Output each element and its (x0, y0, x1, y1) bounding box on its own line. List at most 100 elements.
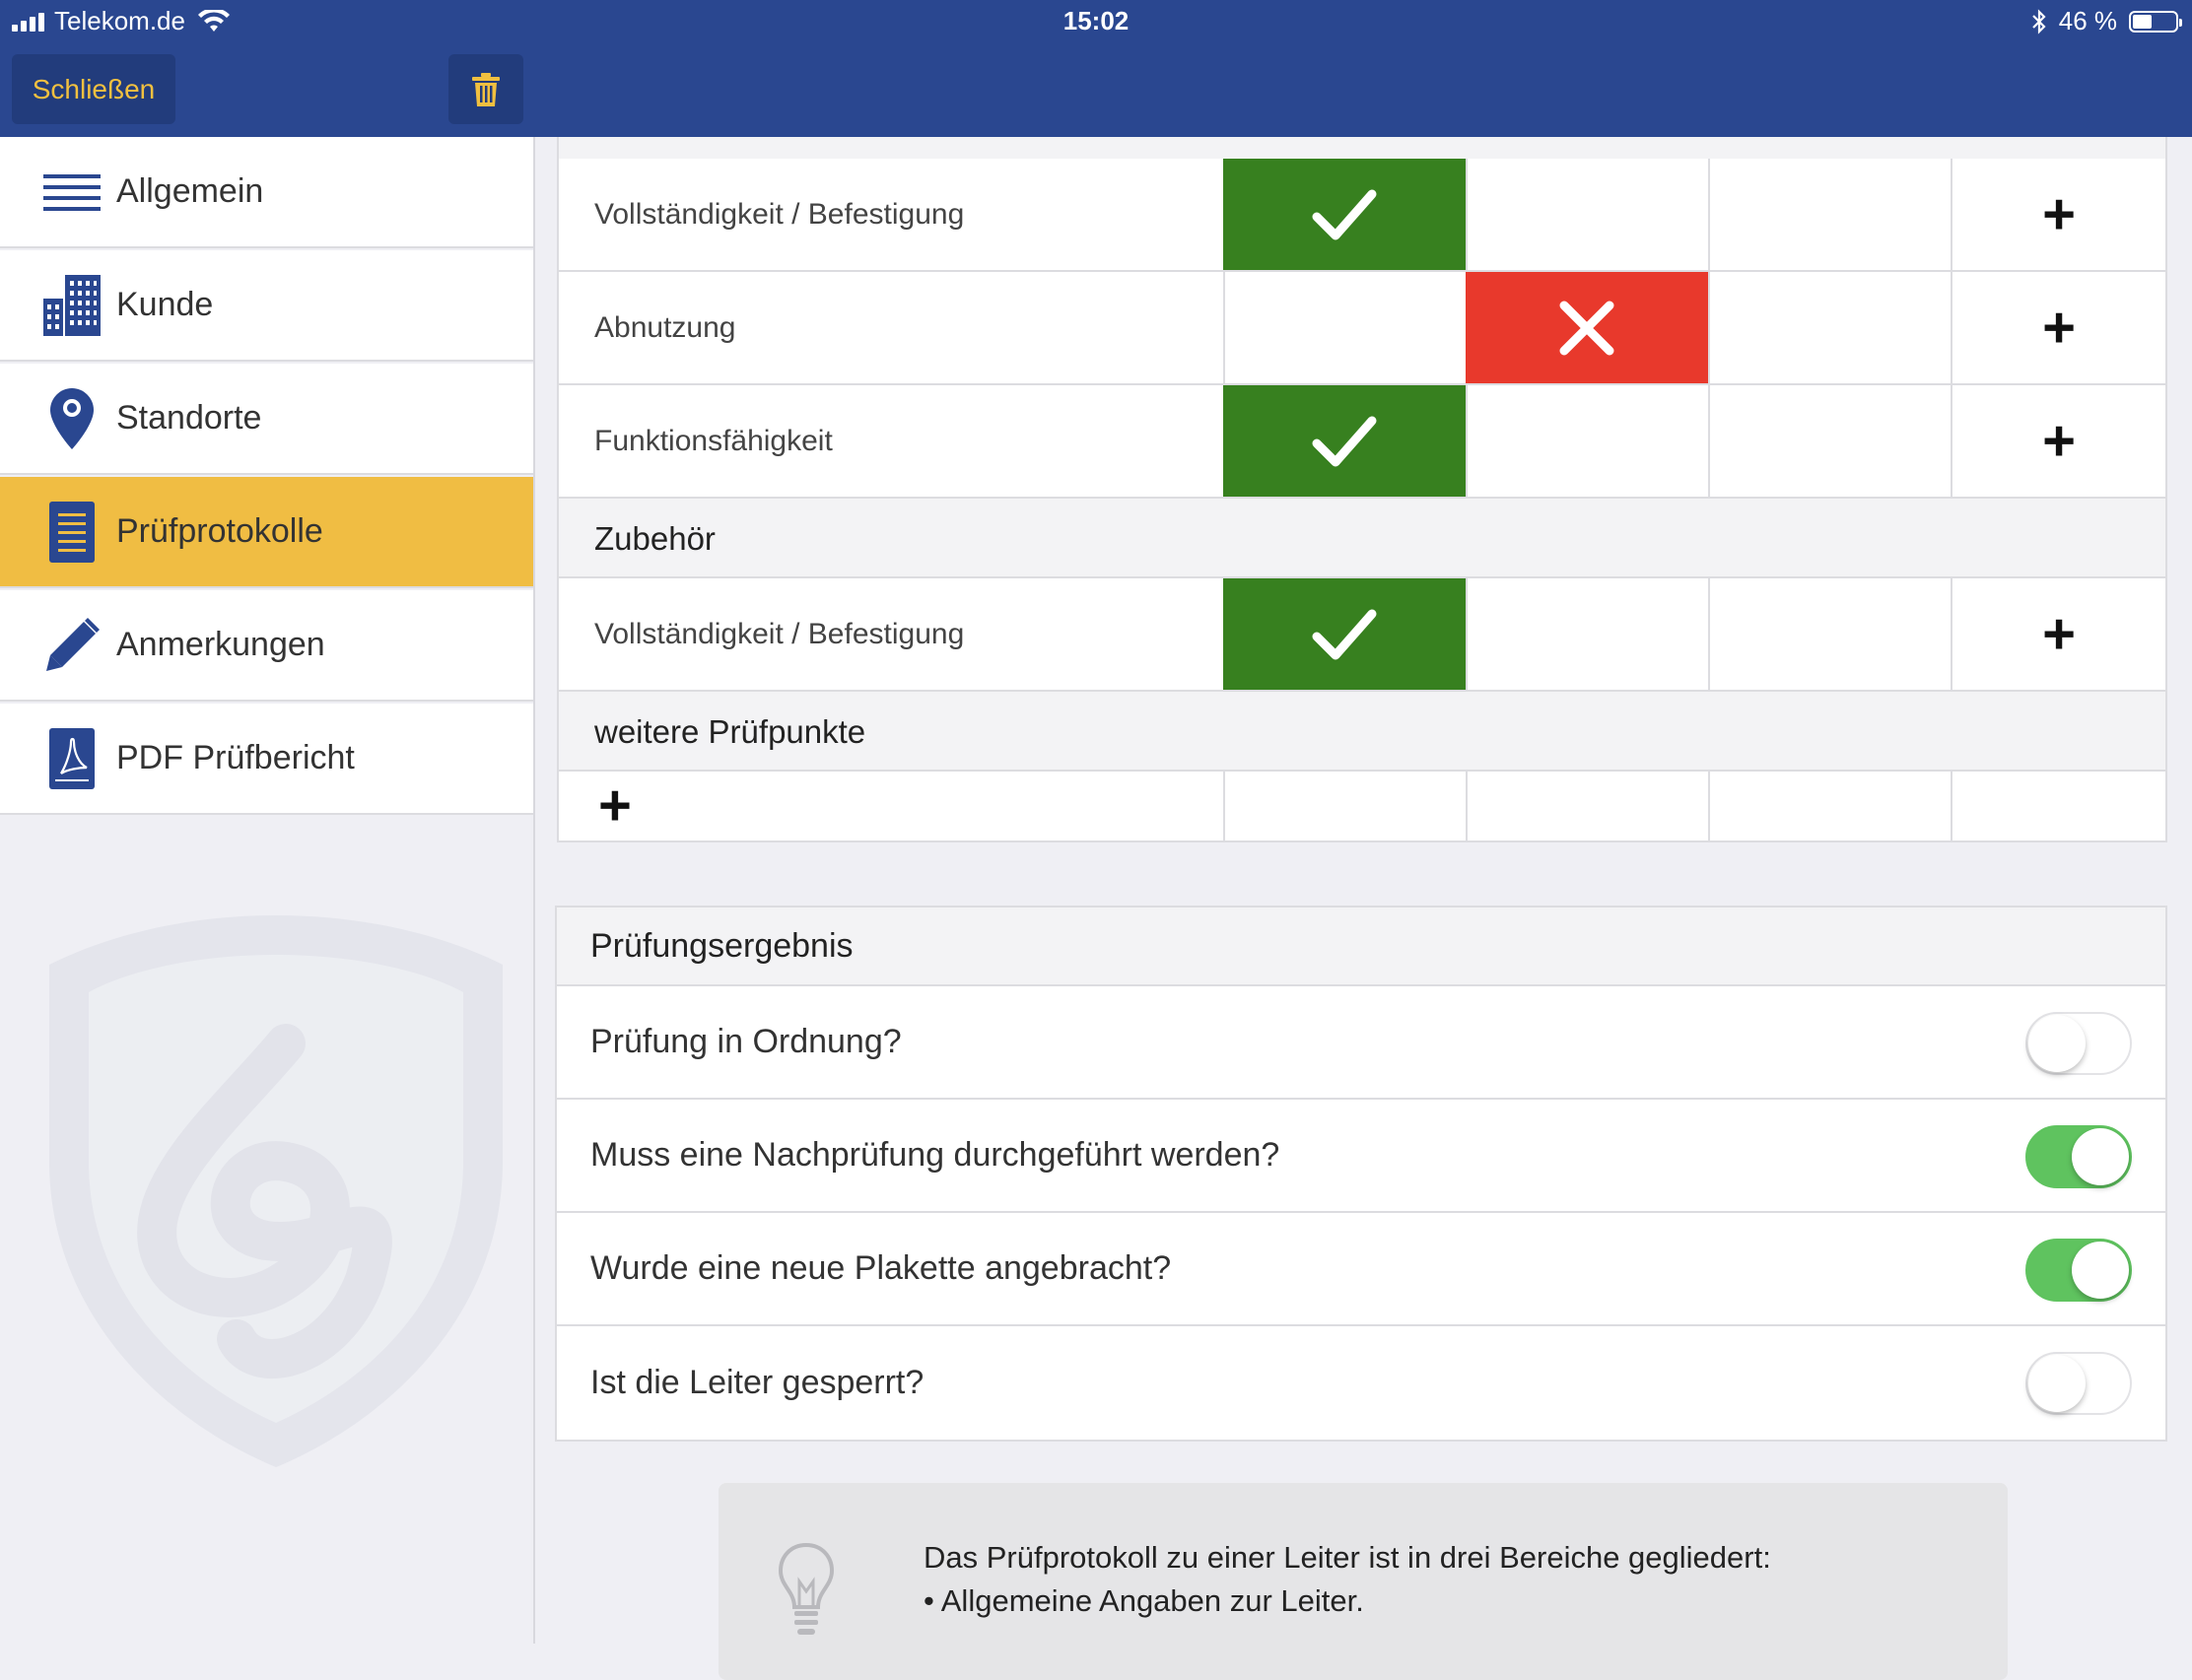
sidebar-item-pdf-pruefbericht[interactable]: PDF Prüfbericht (0, 704, 533, 815)
top-bar: Telekom.de 15:02 46 % Schließen (0, 0, 2192, 137)
plus-icon: + (2042, 408, 2076, 473)
table-top-strip (557, 137, 2167, 159)
add-note-button[interactable]: + (1951, 159, 2165, 270)
result-title: Prüfungsergebnis (590, 926, 854, 965)
status-time: 15:02 (1062, 6, 1130, 35)
delete-button[interactable] (448, 54, 523, 124)
status-nok-cell[interactable] (1466, 385, 1708, 497)
add-note-button[interactable]: + (1951, 385, 2165, 497)
status-right: 46 % (2031, 6, 2182, 36)
result-row-nachpruefung: Muss eine Nachprüfung durchgeführt werde… (557, 1100, 2165, 1213)
toggle-leiter-gesperrt[interactable] (2025, 1352, 2132, 1415)
table-row: Vollständigkeit / Befestigung + (559, 578, 2165, 692)
toggle-knob (2028, 1355, 2086, 1412)
list-icon (37, 158, 106, 227)
battery-icon (2129, 10, 2182, 33)
empty-cell (1466, 772, 1708, 840)
table-row: + (559, 772, 2165, 842)
close-button[interactable]: Schließen (12, 54, 175, 124)
sidebar-item-label: Anmerkungen (116, 626, 325, 663)
bluetooth-icon (2031, 8, 2046, 34)
table-row: Vollständigkeit / Befestigung + (559, 159, 2165, 272)
status-ok-cell[interactable] (1223, 272, 1466, 383)
sidebar-item-standorte[interactable]: Standorte (0, 364, 533, 475)
question-label: Prüfung in Ordnung? (590, 1023, 902, 1060)
empty-cell (1708, 772, 1951, 840)
trash-icon (472, 72, 500, 106)
status-na-cell[interactable] (1708, 578, 1951, 690)
sidebar-item-pruefprotokolle[interactable]: Prüfprotokolle (0, 477, 533, 588)
tip-box: Das Prüfprotokoll zu einer Leiter ist in… (719, 1483, 2008, 1680)
question-label: Ist die Leiter gesperrt? (590, 1364, 925, 1401)
check-item-label: Vollständigkeit / Befestigung (594, 618, 965, 650)
section-title: weitere Prüfpunkte (594, 713, 866, 750)
sidebar-item-allgemein[interactable]: Allgemein (0, 137, 533, 248)
empty-cell (1951, 772, 2165, 840)
status-ok-cell[interactable] (1223, 578, 1466, 690)
battery-fill (2133, 14, 2153, 29)
document-icon (37, 498, 106, 567)
result-row-leiter-gesperrt: Ist die Leiter gesperrt? (557, 1326, 2165, 1440)
section-header-zubehoer: Zubehör (559, 499, 2165, 578)
plus-icon: + (598, 773, 632, 838)
map-pin-icon (37, 384, 106, 453)
status-ok-cell[interactable] (1223, 385, 1466, 497)
question-label: Muss eine Nachprüfung durchgeführt werde… (590, 1136, 1280, 1174)
toggle-knob (2072, 1128, 2129, 1185)
status-nok-cell[interactable] (1466, 159, 1708, 270)
tip-line: • Allgemeine Angaben zur Leiter. (924, 1583, 1364, 1618)
empty-cell (1223, 772, 1466, 840)
sidebar-item-anmerkungen[interactable]: Anmerkungen (0, 590, 533, 702)
checkmark-icon (1312, 189, 1377, 239)
check-item-label: Vollständigkeit / Befestigung (594, 198, 965, 231)
result-header: Prüfungsergebnis (557, 907, 2165, 986)
status-nok-cell[interactable] (1466, 578, 1708, 690)
main-content: Vollständigkeit / Befestigung + Abnutzun… (535, 137, 2192, 1644)
sidebar-item-label: PDF Prüfbericht (116, 739, 355, 776)
status-bar: Telekom.de 15:02 46 % (0, 0, 2192, 43)
sidebar-item-label: Prüfprotokolle (116, 512, 323, 550)
result-row-pruefung-in-ordnung: Prüfung in Ordnung? (557, 986, 2165, 1100)
status-na-cell[interactable] (1708, 272, 1951, 383)
building-icon (37, 271, 106, 340)
sidebar-item-label: Kunde (116, 286, 214, 323)
shield-logo-watermark (49, 915, 503, 1467)
check-item-label: Abnutzung (594, 311, 736, 344)
plus-icon: + (2042, 295, 2076, 360)
add-check-item-button[interactable]: + (559, 772, 1223, 840)
status-na-cell[interactable] (1708, 385, 1951, 497)
status-nok-cell[interactable] (1466, 272, 1708, 383)
checklist-table: Vollständigkeit / Befestigung + Abnutzun… (557, 159, 2167, 842)
status-na-cell[interactable] (1708, 159, 1951, 270)
toggle-nachpruefung[interactable] (2025, 1125, 2132, 1188)
check-item-label: Funktionsfähigkeit (594, 425, 833, 457)
pencil-icon (37, 611, 106, 680)
sidebar-item-label: Standorte (116, 399, 262, 437)
add-note-button[interactable]: + (1951, 578, 2165, 690)
cross-icon (1559, 301, 1614, 355)
section-header-weitere-pruefpunkte: weitere Prüfpunkte (559, 692, 2165, 772)
checkmark-icon (1312, 609, 1377, 659)
toggle-pruefung-in-ordnung[interactable] (2025, 1012, 2132, 1075)
sidebar-item-label: Allgemein (116, 172, 264, 210)
result-panel: Prüfungsergebnis Prüfung in Ordnung? Mus… (555, 906, 2167, 1442)
question-label: Wurde eine neue Plakette angebracht? (590, 1249, 1172, 1287)
lightbulb-icon (778, 1542, 835, 1635)
table-row: Funktionsfähigkeit + (559, 385, 2165, 499)
checkmark-icon (1312, 416, 1377, 466)
status-ok-cell[interactable] (1223, 159, 1466, 270)
plus-icon: + (2042, 601, 2076, 666)
sidebar: Allgemein Kunde Standorte Prüfprotokolle… (0, 137, 535, 1644)
plus-icon: + (2042, 181, 2076, 246)
result-row-plakette: Wurde eine neue Plakette angebracht? (557, 1213, 2165, 1326)
sidebar-item-kunde[interactable]: Kunde (0, 250, 533, 362)
section-title: Zubehör (594, 520, 716, 557)
pdf-icon (37, 724, 106, 793)
toggle-plakette[interactable] (2025, 1239, 2132, 1302)
tip-text: Das Prüfprotokoll zu einer Leiter ist in… (924, 1536, 1771, 1623)
battery-percent: 46 % (2058, 6, 2117, 35)
add-note-button[interactable]: + (1951, 272, 2165, 383)
toggle-knob (2072, 1242, 2129, 1299)
toggle-knob (2028, 1015, 2086, 1072)
tip-line: Das Prüfprotokoll zu einer Leiter ist in… (924, 1540, 1771, 1575)
